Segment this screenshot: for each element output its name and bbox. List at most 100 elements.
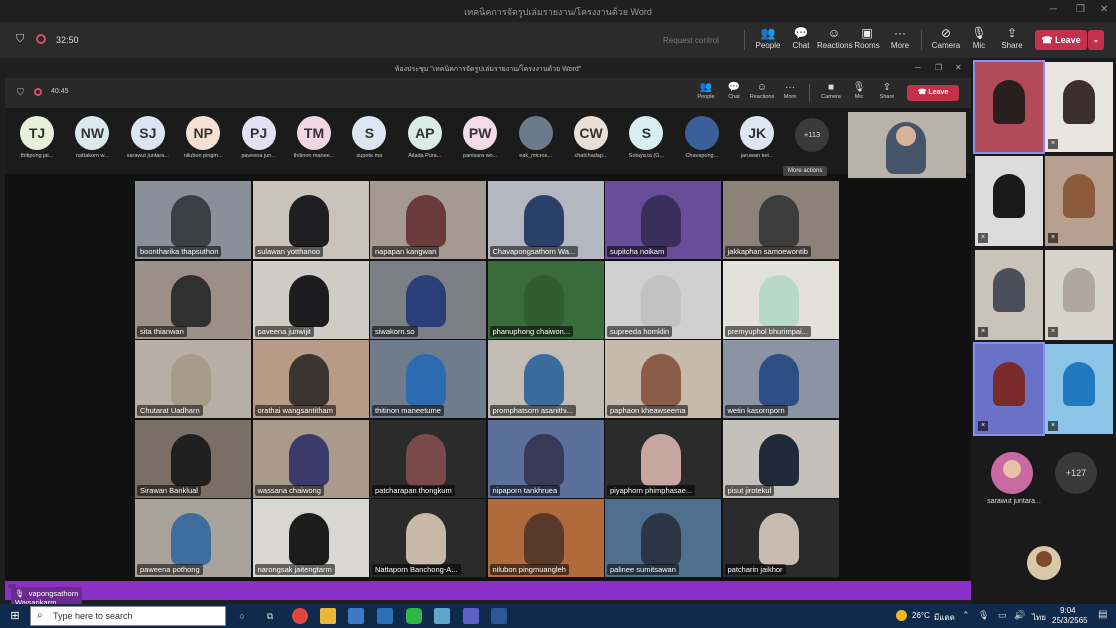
leave-dropdown-button[interactable]: ⌄ bbox=[1088, 30, 1104, 50]
video-tile[interactable]: napapan kangwan bbox=[370, 181, 486, 259]
request-control-button[interactable]: Request control bbox=[663, 36, 719, 45]
mail-icon[interactable] bbox=[377, 608, 393, 624]
rooms-button[interactable]: ▣ Rooms bbox=[850, 26, 884, 50]
video-tile[interactable]: patcharapan thongkum bbox=[370, 419, 486, 498]
participant-avatar[interactable]: TJ thitipong jai... bbox=[11, 116, 63, 159]
participant-photo-avatar[interactable] bbox=[991, 452, 1033, 494]
reactions-button[interactable]: ☺ Reactions bbox=[817, 26, 853, 50]
word-icon[interactable] bbox=[491, 608, 507, 624]
network-icon[interactable]: ▭ bbox=[998, 610, 1007, 621]
app-icon[interactable] bbox=[434, 608, 450, 624]
line-icon[interactable] bbox=[406, 608, 422, 624]
maximize-icon[interactable]: ❐ bbox=[1076, 4, 1085, 15]
participant-avatar[interactable]: PW panisara wo... bbox=[454, 116, 506, 159]
video-tile[interactable]: palinee sumitsawan bbox=[605, 499, 721, 577]
video-tile[interactable]: piyaphorn phimphasae... bbox=[605, 419, 721, 498]
video-tile[interactable]: wassana chaiwong bbox=[252, 419, 369, 498]
inner-camera-button[interactable]: ■ Camera bbox=[817, 82, 845, 100]
teams-icon[interactable] bbox=[463, 608, 479, 624]
notification-icon[interactable]: ▤ bbox=[1098, 609, 1107, 620]
participant-avatar[interactable]: AP Ailada Pura... bbox=[399, 116, 451, 159]
chat-button[interactable]: 💬 Chat bbox=[784, 26, 818, 50]
taskbar-search-box[interactable]: ⌕ Type here to search bbox=[30, 606, 226, 626]
video-tile[interactable]: siwakorn.so bbox=[370, 260, 486, 339]
video-tile[interactable]: pisut jirotekul bbox=[722, 419, 839, 498]
video-tile[interactable]: Chavapongsathorn Wa... bbox=[487, 181, 604, 259]
participant-avatar[interactable]: Chavapong... bbox=[676, 116, 728, 159]
more-button[interactable]: ··· More bbox=[883, 26, 917, 50]
video-tile[interactable]: paweena pothong bbox=[135, 499, 251, 577]
right-video-tile[interactable]: × bbox=[1045, 62, 1113, 152]
participant-avatar[interactable]: NP nilubon pingm... bbox=[177, 116, 229, 159]
video-tile[interactable]: premyuphol bhurimpai... bbox=[722, 260, 839, 339]
microphone-tray-icon[interactable]: 🎙 bbox=[978, 610, 989, 621]
chrome-icon[interactable] bbox=[292, 608, 308, 624]
video-tile[interactable]: phanuphong chaiwon... bbox=[487, 260, 604, 339]
task-view-icon[interactable]: ⧉ bbox=[262, 608, 278, 624]
volume-icon[interactable]: 🔊 bbox=[1014, 610, 1025, 621]
video-tile[interactable]: sulawan yotthanoo bbox=[252, 181, 369, 259]
participant-avatar[interactable]: NW nattakorn w... bbox=[66, 116, 118, 159]
people-button[interactable]: 👥 People bbox=[751, 26, 785, 50]
self-view-avatar[interactable] bbox=[1027, 546, 1061, 580]
windows-start-icon[interactable]: ⊞ bbox=[7, 608, 23, 624]
inner-close-icon[interactable]: ✕ bbox=[955, 63, 962, 72]
video-tile[interactable]: narongsak jaitengtarm bbox=[252, 499, 369, 577]
video-tile[interactable]: Nattaporn Banchong-A... bbox=[370, 499, 486, 577]
right-video-tile[interactable]: × bbox=[975, 156, 1043, 246]
participant-avatar[interactable]: SJ sarawut juntara... bbox=[122, 116, 174, 159]
inner-reactions-button[interactable]: ☺ Reactions bbox=[748, 82, 776, 100]
leave-button[interactable]: ☎ Leave bbox=[1035, 30, 1087, 50]
video-tile[interactable]: sita thianwan bbox=[135, 260, 251, 339]
video-tile[interactable]: thitinon maneetume bbox=[370, 340, 486, 418]
participant-avatar[interactable]: eak_micros... bbox=[510, 116, 562, 159]
participant-avatar[interactable]: TM thitinon manee... bbox=[288, 116, 340, 159]
right-video-tile[interactable]: × bbox=[1045, 344, 1113, 434]
video-tile[interactable]: boontharika thapsuthon bbox=[135, 181, 251, 259]
video-tile[interactable]: paphaon kheawseema bbox=[605, 340, 721, 418]
store-icon[interactable] bbox=[348, 608, 364, 624]
video-tile[interactable]: nipaporn tankhruea bbox=[487, 419, 604, 498]
camera-button[interactable]: ⊘ Camera bbox=[929, 26, 963, 50]
right-video-tile[interactable]: × bbox=[1045, 156, 1113, 246]
participant-avatar[interactable]: CW chatchadap... bbox=[565, 116, 617, 159]
language-indicator[interactable]: ไทย bbox=[1032, 611, 1046, 624]
video-tile[interactable]: paveena junwijit bbox=[252, 260, 369, 339]
video-tile[interactable]: promphatsorn asanithi... bbox=[487, 340, 604, 418]
inner-chat-button[interactable]: 💬 Chat bbox=[720, 82, 748, 100]
right-video-tile[interactable] bbox=[973, 60, 1045, 154]
inner-minimize-icon[interactable]: ─ bbox=[915, 63, 921, 72]
tray-chevron-icon[interactable]: ⌃ bbox=[962, 610, 970, 621]
inner-leave-button[interactable]: ☎ Leave bbox=[907, 85, 959, 101]
inner-maximize-icon[interactable]: ❐ bbox=[935, 63, 942, 72]
clock-date[interactable]: 25/3/2565 bbox=[1052, 616, 1088, 625]
right-video-tile[interactable]: × bbox=[975, 250, 1043, 340]
participant-avatar[interactable]: PJ paveena jun... bbox=[233, 116, 285, 159]
video-tile[interactable]: Chutarat Uadharn bbox=[135, 340, 251, 418]
video-tile[interactable]: orathai wangsantitham bbox=[252, 340, 369, 418]
cortana-icon[interactable]: ○ bbox=[234, 608, 250, 624]
participant-avatar[interactable]: Ssupote.ma bbox=[343, 116, 395, 159]
video-tile[interactable]: patcharin jaikhor bbox=[722, 499, 839, 577]
video-tile[interactable]: supitcha noikam bbox=[605, 181, 721, 259]
video-tile[interactable]: nilubon pingmuangleh bbox=[487, 499, 604, 577]
overflow-count-badge[interactable]: +113 bbox=[795, 118, 829, 152]
share-button[interactable]: ⇪ Share bbox=[995, 26, 1029, 50]
minimize-icon[interactable]: ─ bbox=[1050, 4, 1057, 15]
video-tile[interactable]: wetin kasornporn bbox=[722, 340, 839, 418]
right-overflow-count[interactable]: +127 bbox=[1055, 452, 1097, 494]
inner-people-button[interactable]: 👥 People bbox=[692, 82, 720, 100]
video-tile[interactable]: jakkaphan samoewontib bbox=[722, 181, 839, 259]
clock-time[interactable]: 9:04 bbox=[1060, 606, 1076, 615]
inner-more-button[interactable]: ··· More bbox=[776, 82, 804, 100]
inner-share-button[interactable]: ⇪ Share bbox=[873, 82, 901, 100]
video-tile[interactable]: supreeda homklin bbox=[605, 260, 721, 339]
file-explorer-icon[interactable] bbox=[320, 608, 336, 624]
right-video-tile[interactable]: × bbox=[1045, 250, 1113, 340]
pinned-video-tile[interactable] bbox=[848, 112, 966, 178]
participant-avatar[interactable]: S Sotaya.ta (G... bbox=[620, 116, 672, 159]
inner-mic-button[interactable]: 🎙 Mic bbox=[845, 82, 873, 100]
video-tile[interactable]: Sirawan Banklual bbox=[135, 419, 251, 498]
close-icon[interactable]: ✕ bbox=[1100, 4, 1108, 15]
mic-button[interactable]: 🎙 Mic bbox=[962, 26, 996, 50]
